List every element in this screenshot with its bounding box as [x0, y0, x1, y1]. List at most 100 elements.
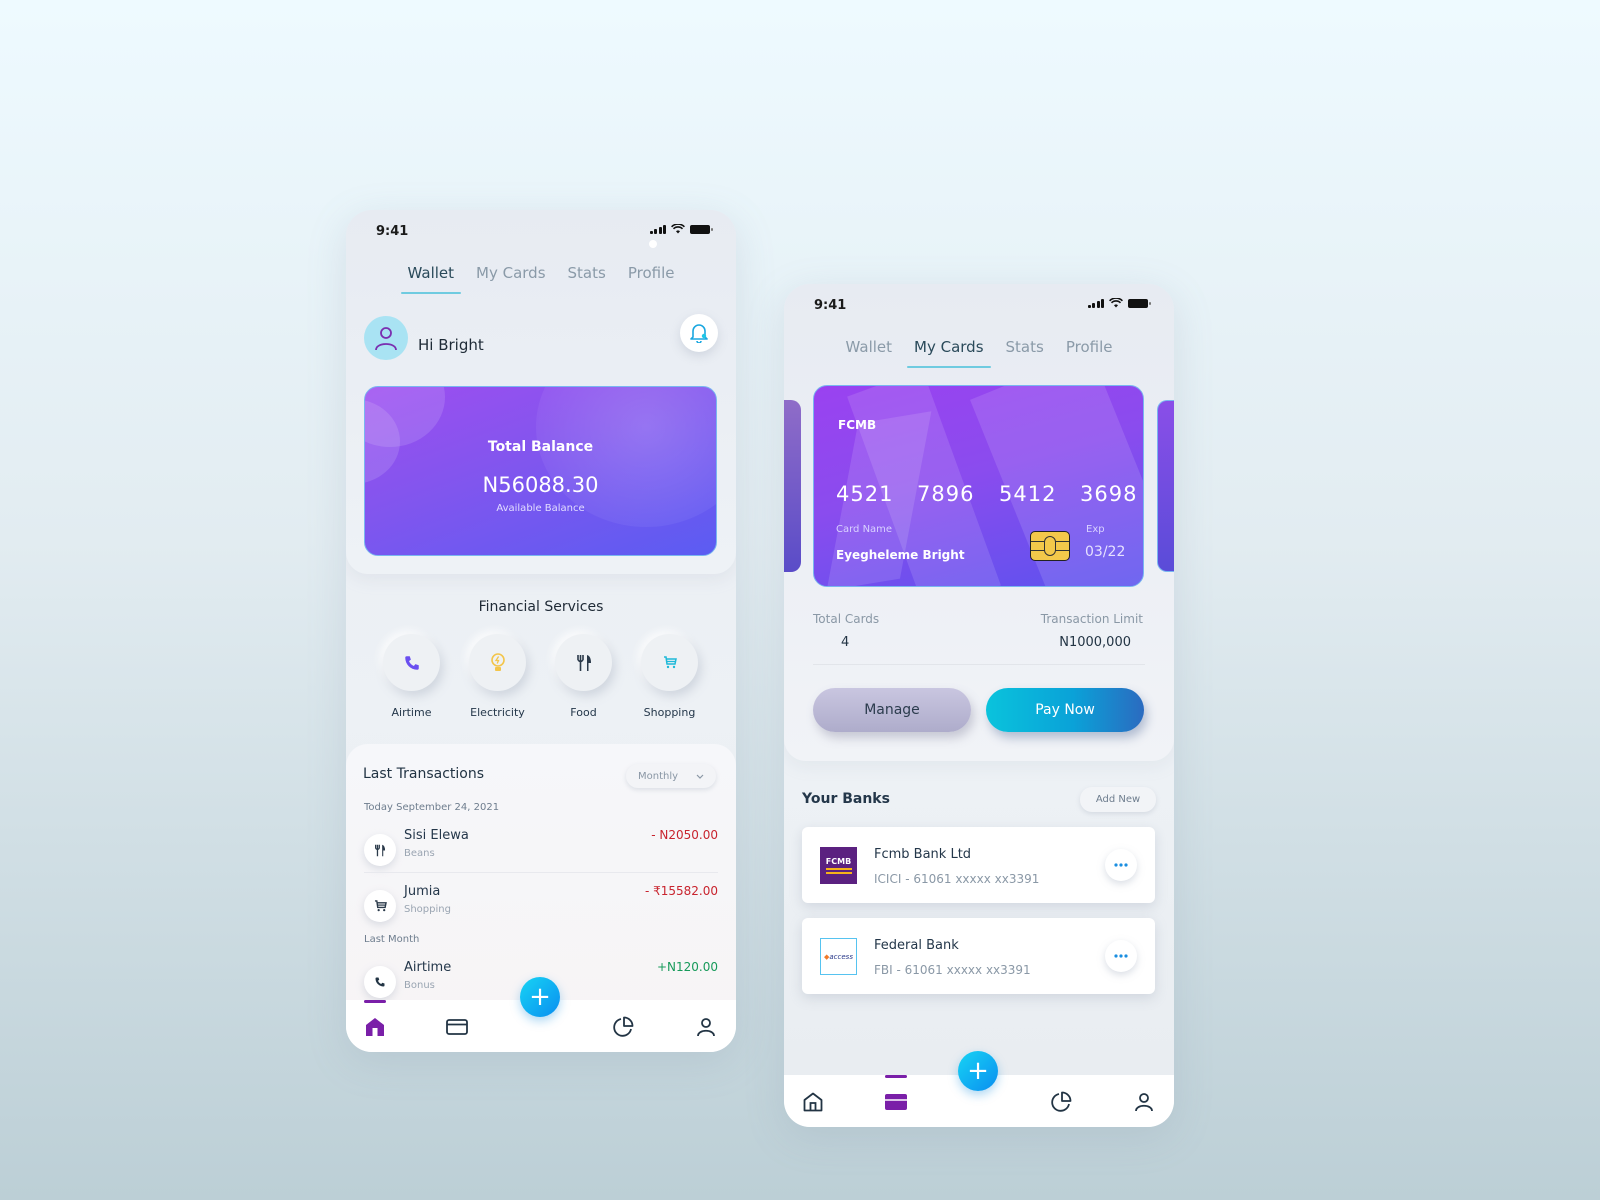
nav-cards[interactable]	[883, 1075, 909, 1115]
profile-icon	[1135, 1093, 1153, 1112]
card-number-group: 7896	[917, 482, 975, 506]
nav-home[interactable]	[800, 1089, 826, 1115]
transaction-name: Sisi Elewa	[404, 828, 469, 843]
transaction-name: Jumia	[404, 884, 441, 899]
tab-stats[interactable]: Stats	[1006, 338, 1044, 366]
user-icon	[375, 327, 397, 351]
financial-services-title: Financial Services	[478, 599, 604, 615]
tab-my-cards[interactable]: My Cards	[907, 338, 990, 368]
avatar[interactable]	[364, 316, 408, 360]
transactions-title: Last Transactions	[363, 766, 484, 782]
wifi-icon	[671, 224, 685, 234]
card-exp-label: Exp	[1086, 524, 1105, 535]
phone-icon	[375, 977, 385, 987]
service-label: Airtime	[391, 706, 432, 719]
service-food[interactable]: Food	[555, 634, 612, 719]
fork-knife-icon	[576, 654, 591, 671]
bank-item[interactable]: ◆ access Federal Bank FBI - 61061 xxxxx …	[802, 918, 1155, 994]
pie-chart-icon	[1051, 1091, 1072, 1112]
transaction-limit-label: Transaction Limit	[1040, 612, 1143, 626]
transaction-limit-value: N1000,000	[1059, 635, 1131, 650]
transaction-name: Airtime	[404, 960, 452, 975]
balance-card[interactable]: Total Balance N56088.30 Available Balanc…	[364, 386, 717, 556]
service-label: Food	[570, 706, 597, 719]
logo-text: FCMB	[825, 857, 852, 866]
transaction-amount: - ₹15582.00	[644, 884, 718, 898]
status-time: 9:41	[376, 224, 409, 239]
financial-services: Airtime Electricity Food Shopping	[383, 634, 698, 719]
chip-icon	[1030, 531, 1070, 561]
tab-wallet[interactable]: Wallet	[400, 264, 461, 294]
nav-stats[interactable]	[1048, 1089, 1074, 1115]
service-label: Shopping	[643, 706, 696, 719]
more-dots-icon	[1114, 863, 1128, 867]
service-shopping[interactable]: Shopping	[641, 634, 698, 719]
plus-icon: +	[529, 982, 551, 1012]
tab-my-cards[interactable]: My Cards	[476, 264, 546, 292]
nav-profile[interactable]	[693, 1014, 719, 1040]
nav-stats[interactable]	[610, 1014, 636, 1040]
signal-icon	[649, 224, 666, 234]
profile-icon	[697, 1018, 715, 1037]
balance-subtitle: Available Balance	[496, 503, 585, 514]
notifications-button[interactable]	[680, 314, 718, 352]
card-name-label: Card Name	[836, 524, 893, 535]
more-options-button[interactable]	[1105, 940, 1137, 972]
card-exp-value: 03/22	[1085, 544, 1126, 560]
transaction-row[interactable]: Sisi Elewa Beans - N2050.00	[364, 828, 718, 874]
fcmb-logo: FCMB	[820, 847, 857, 884]
wifi-icon	[1109, 298, 1123, 308]
tab-wallet[interactable]: Wallet	[846, 338, 893, 366]
transaction-amount: - N2050.00	[651, 828, 718, 842]
status-bar: 9:41	[784, 284, 1174, 328]
add-button[interactable]: +	[520, 977, 560, 1017]
nav-profile[interactable]	[1131, 1089, 1157, 1115]
transaction-category: Bonus	[404, 980, 435, 991]
period-value: Monthly	[638, 770, 679, 782]
transaction-category: Shopping	[404, 904, 451, 915]
period-dropdown[interactable]: Monthly	[626, 764, 716, 788]
more-options-button[interactable]	[1105, 849, 1137, 881]
add-new-bank-button[interactable]: Add New	[1080, 787, 1156, 812]
nav-home[interactable]	[362, 1000, 388, 1040]
pay-now-button[interactable]: Pay Now	[986, 688, 1144, 732]
status-time: 9:41	[814, 298, 847, 313]
battery-icon	[1128, 298, 1151, 308]
tab-stats[interactable]: Stats	[568, 264, 606, 292]
wallet-screen: 9:41 Wallet My Cards Stats Profile Hi Br…	[346, 210, 736, 1052]
transaction-group-label: Today September 24, 2021	[364, 802, 500, 813]
tab-profile[interactable]: Profile	[628, 264, 675, 292]
chevron-down-icon	[696, 774, 704, 779]
divider	[813, 664, 1145, 665]
manage-button[interactable]: Manage	[813, 688, 971, 732]
divider	[364, 872, 718, 873]
access-logo: ◆ access	[820, 938, 857, 975]
bank-name: Fcmb Bank Ltd	[874, 847, 972, 862]
top-tabs: Wallet My Cards Stats Profile	[784, 338, 1174, 368]
tab-profile[interactable]: Profile	[1066, 338, 1113, 366]
home-icon	[366, 1018, 384, 1036]
card-number-group: 5412	[999, 482, 1057, 506]
next-card[interactable]	[1157, 400, 1174, 572]
plus-icon: +	[967, 1056, 989, 1086]
nav-cards[interactable]	[444, 1014, 470, 1040]
add-button[interactable]: +	[958, 1051, 998, 1091]
battery-icon	[690, 224, 713, 234]
your-banks-title: Your Banks	[802, 791, 890, 807]
bank-account: FBI - 61061 xxxxx xx3391	[874, 963, 1031, 977]
previous-card[interactable]	[784, 400, 801, 572]
card-icon	[885, 1094, 907, 1110]
more-dots-icon	[1114, 954, 1128, 958]
status-bar: 9:41	[346, 210, 736, 254]
total-cards-label: Total Cards	[813, 612, 880, 626]
transaction-row[interactable]: Jumia Shopping - ₹15582.00	[364, 884, 718, 930]
bank-name: Federal Bank	[874, 938, 959, 953]
logo-text: access	[829, 952, 853, 961]
service-electricity[interactable]: Electricity	[469, 634, 526, 719]
top-tabs: Wallet My Cards Stats Profile	[346, 264, 736, 294]
credit-card[interactable]: FCMB 4521 7896 5412 3698 Card Name Eyegh…	[813, 385, 1144, 587]
service-airtime[interactable]: Airtime	[383, 634, 440, 719]
signal-icon	[1087, 298, 1104, 308]
pie-chart-icon	[613, 1016, 634, 1037]
bank-item[interactable]: FCMB Fcmb Bank Ltd ICICI - 61061 xxxxx x…	[802, 827, 1155, 903]
